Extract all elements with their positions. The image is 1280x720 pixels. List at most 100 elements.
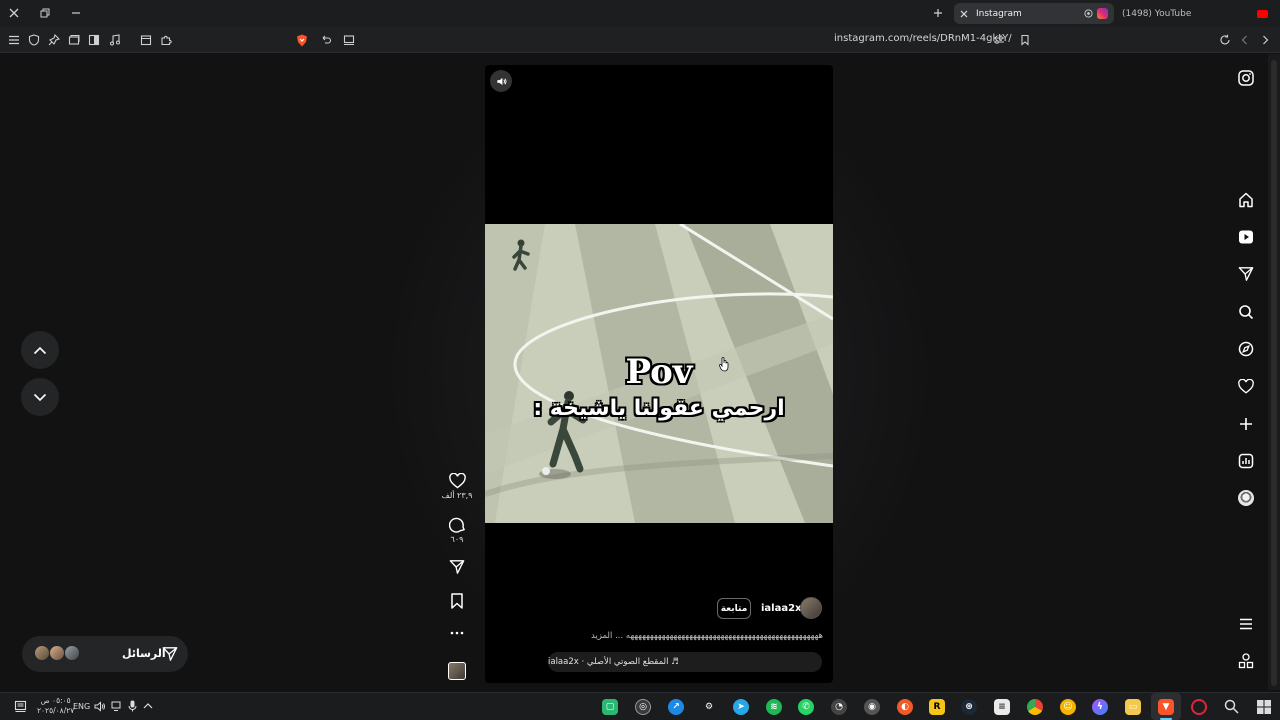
mute-toggle-button[interactable] bbox=[490, 70, 512, 92]
settings-app-icon[interactable]: ⚙ bbox=[701, 699, 717, 715]
forward-icon[interactable] bbox=[1257, 32, 1273, 48]
app-icon[interactable]: ▢ bbox=[602, 699, 618, 715]
windows-start-icon[interactable] bbox=[1257, 700, 1271, 714]
spotify-app-icon[interactable]: ≋ bbox=[766, 699, 782, 715]
reel-description[interactable]: هههههههههههههههههههههههههههههههههههههههه… bbox=[538, 631, 823, 641]
music-icon[interactable] bbox=[107, 32, 123, 48]
next-reel-button[interactable] bbox=[21, 378, 59, 416]
chrome-app-icon[interactable] bbox=[1027, 699, 1043, 715]
more-options-action[interactable] bbox=[445, 630, 469, 636]
audio-thumbnail[interactable] bbox=[448, 662, 466, 680]
notifications-heart-icon[interactable] bbox=[1236, 376, 1256, 396]
speaker-icon bbox=[496, 77, 506, 85]
direct-messages-icon[interactable] bbox=[1236, 264, 1256, 284]
notifications-icon[interactable] bbox=[14, 700, 27, 713]
reels-icon[interactable] bbox=[1236, 227, 1256, 247]
language-indicator[interactable]: ENG bbox=[73, 702, 90, 711]
calendar-icon[interactable] bbox=[138, 32, 154, 48]
previous-reel-button[interactable] bbox=[21, 331, 59, 369]
app-icon[interactable]: R bbox=[929, 699, 945, 715]
tab-youtube[interactable]: (1498) YouTube bbox=[1116, 3, 1276, 24]
window-titlebar: Instagram (1498) YouTube bbox=[0, 0, 1280, 27]
sidebar-icon[interactable] bbox=[86, 32, 102, 48]
comment-icon bbox=[448, 517, 465, 533]
home-icon[interactable] bbox=[1236, 190, 1256, 210]
messages-button[interactable]: الرسائل bbox=[22, 636, 188, 672]
send-icon bbox=[449, 560, 465, 574]
clock-time[interactable]: ٠٥:٠٥ ص bbox=[37, 696, 74, 706]
original-audio-link[interactable]: ♬ المقطع الصوتي الأصلي · ialaa2x bbox=[548, 652, 822, 672]
brave-app-icon[interactable]: ▼ bbox=[1158, 699, 1174, 715]
search-icon[interactable] bbox=[1236, 302, 1256, 322]
whatsapp-app-icon[interactable]: ✆ bbox=[798, 699, 814, 715]
address-bar[interactable]: instagram.com/reels/DRnM1-4gktY/ bbox=[834, 33, 1012, 44]
brave-shield-icon[interactable] bbox=[294, 32, 310, 48]
microphone-icon[interactable] bbox=[128, 700, 137, 712]
app-icon[interactable]: ◎ bbox=[635, 699, 651, 715]
tab-groups-icon[interactable] bbox=[66, 32, 82, 48]
app-icon[interactable]: ☺ bbox=[1060, 699, 1076, 715]
browser-toolbar: instagram.com/reels/DRnM1-4gktY/ bbox=[0, 27, 1280, 53]
messenger-app-icon[interactable]: ϟ bbox=[1092, 699, 1108, 715]
share-action[interactable] bbox=[445, 559, 469, 575]
volume-icon[interactable] bbox=[94, 701, 106, 712]
menu-icon[interactable] bbox=[6, 32, 22, 48]
save-action[interactable] bbox=[445, 593, 469, 609]
telegram-app-icon[interactable]: ➤ bbox=[733, 699, 749, 715]
close-window-icon[interactable] bbox=[4, 4, 24, 22]
bookmark-icon[interactable] bbox=[1017, 32, 1033, 48]
back-icon[interactable] bbox=[1237, 32, 1253, 48]
steam-app-icon[interactable]: ⊛ bbox=[961, 699, 977, 715]
follow-button[interactable]: متابعة bbox=[717, 598, 751, 619]
shield-icon[interactable] bbox=[26, 32, 42, 48]
audio-playing-icon bbox=[1084, 9, 1093, 18]
avatar bbox=[64, 645, 80, 661]
site-settings-icon[interactable] bbox=[991, 32, 1007, 48]
clock-date[interactable]: ٢٠٢٥/٠٨/٢٧ bbox=[37, 706, 74, 716]
video-caption-title: Pov bbox=[625, 352, 693, 392]
mouse-cursor-icon bbox=[719, 357, 730, 372]
app-icon[interactable]: ◔ bbox=[831, 699, 847, 715]
screen-share-icon[interactable] bbox=[341, 32, 357, 48]
app-icon[interactable]: ↗ bbox=[668, 699, 684, 715]
comment-action[interactable]: ٦٠٩ bbox=[445, 516, 469, 544]
tab-instagram[interactable]: Instagram bbox=[954, 3, 1114, 24]
reel-username[interactable]: ialaa2x bbox=[761, 603, 802, 614]
reel-author-avatar[interactable] bbox=[800, 597, 822, 619]
close-tab-icon[interactable] bbox=[960, 10, 970, 18]
notepad-app-icon[interactable]: ≡ bbox=[994, 699, 1010, 715]
like-action[interactable]: ٢٣,٩ ألف bbox=[442, 473, 472, 500]
more-menu-icon[interactable] bbox=[1236, 614, 1256, 634]
file-explorer-app-icon[interactable]: ▭ bbox=[1125, 699, 1141, 715]
instagram-logo-icon[interactable] bbox=[1236, 68, 1256, 88]
tab-label: Instagram bbox=[976, 8, 1022, 19]
meta-apps-icon[interactable] bbox=[1236, 651, 1256, 671]
reload-icon[interactable] bbox=[1217, 32, 1233, 48]
pin-icon[interactable] bbox=[46, 32, 62, 48]
new-tab-icon[interactable] bbox=[928, 4, 948, 22]
network-icon[interactable] bbox=[111, 701, 123, 712]
profile-avatar[interactable] bbox=[1236, 488, 1256, 508]
chevron-up-icon bbox=[33, 346, 47, 354]
windows-taskbar: ٠٥:٠٥ ص ٢٠٢٥/٠٨/٢٧ ENG ▢ ◎ ↗ ⚙ ➤ ≋ ✆ ◔ ◉… bbox=[0, 692, 1280, 720]
search-icon[interactable] bbox=[1224, 699, 1239, 714]
video-frame[interactable]: Pov ارحمي عقولنا ياشيخة : bbox=[485, 224, 833, 523]
video-caption-subtitle: ارحمي عقولنا ياشيخة : bbox=[533, 396, 785, 421]
app-icon[interactable]: ◐ bbox=[897, 699, 913, 715]
scrollbar-thumb[interactable] bbox=[1271, 60, 1277, 686]
back-history-icon[interactable] bbox=[318, 32, 334, 48]
minimize-window-icon[interactable] bbox=[66, 4, 86, 22]
chevron-up-icon[interactable] bbox=[143, 702, 153, 709]
reel-video-player[interactable]: Pov ارحمي عقولنا ياشيخة : bbox=[485, 65, 833, 683]
opera-app-icon[interactable] bbox=[1191, 699, 1207, 715]
create-plus-icon[interactable] bbox=[1236, 414, 1256, 434]
instagram-favicon-icon bbox=[1097, 8, 1108, 19]
dashboard-icon[interactable] bbox=[1236, 451, 1256, 471]
avatar bbox=[34, 645, 50, 661]
extensions-icon[interactable] bbox=[158, 32, 174, 48]
restore-window-icon[interactable] bbox=[35, 4, 55, 22]
app-icon[interactable]: ◉ bbox=[864, 699, 880, 715]
tab-label: (1498) YouTube bbox=[1122, 8, 1192, 19]
explore-icon[interactable] bbox=[1236, 339, 1256, 359]
avatar bbox=[49, 645, 65, 661]
